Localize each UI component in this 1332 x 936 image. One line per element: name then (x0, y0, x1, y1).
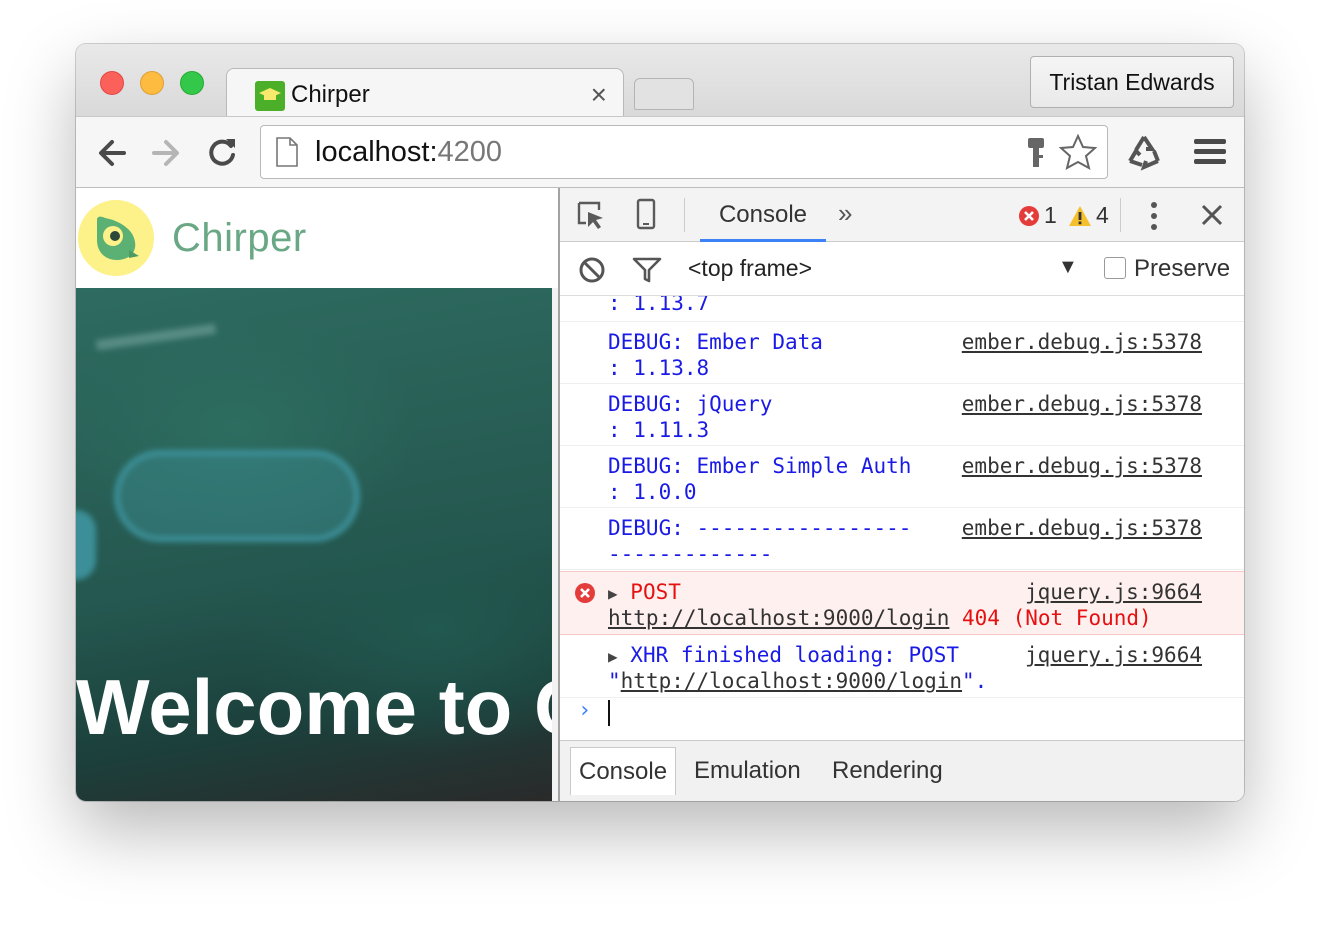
hero-title: Welcome to C (76, 663, 558, 751)
recycle-extension-icon[interactable] (1124, 133, 1164, 171)
console-error-message[interactable]: ▶ POST http://localhost:9000/login 404 (… (560, 571, 1244, 635)
page-viewport: Chirper Welcome to C (76, 188, 558, 801)
profile-button[interactable]: Tristan Edwards (1030, 56, 1234, 108)
tab-chirper[interactable]: Chirper × (226, 68, 624, 118)
expand-triangle-icon[interactable]: ▶ (608, 647, 618, 666)
error-count[interactable]: 1 (1018, 202, 1057, 229)
expand-triangle-icon[interactable]: ▶ (608, 584, 618, 603)
forward-arrow-icon[interactable] (148, 135, 184, 171)
error-url-link[interactable]: http://localhost:9000/login (608, 606, 949, 630)
hero-banner: Welcome to C (76, 288, 558, 801)
console-message: DEBUG: Ember Simple Auth : 1.0.0 ember.d… (560, 447, 1244, 508)
chirper-bird-logo-icon[interactable] (78, 200, 154, 276)
drawer-tab-rendering[interactable]: Rendering (824, 747, 951, 795)
frame-dropdown-icon[interactable]: ▼ (1058, 256, 1078, 279)
reload-icon[interactable] (204, 135, 240, 171)
console-input[interactable] (608, 700, 610, 726)
source-link[interactable]: ember.debug.js:5378 (962, 329, 1202, 355)
back-arrow-icon[interactable] (94, 135, 130, 171)
url-text: localhost:4200 (315, 136, 503, 168)
console-message: DEBUG: ----------------- ------------- e… (560, 509, 1244, 570)
drawer-tab-emulation[interactable]: Emulation (686, 747, 809, 795)
warning-icon (1069, 205, 1091, 226)
drawer-tab-console[interactable]: Console (570, 747, 677, 795)
browser-toolbar: localhost:4200 (76, 116, 1244, 188)
source-link[interactable]: ember.debug.js:5378 (962, 391, 1202, 417)
page-icon (276, 137, 298, 167)
clear-console-icon[interactable] (578, 256, 606, 284)
menu-icon[interactable] (1194, 137, 1226, 167)
console-message[interactable]: ▶ XHR finished loading: POST "http://loc… (560, 636, 1244, 698)
hero-decoration (114, 450, 360, 542)
source-link[interactable]: jquery.js:9664 (1025, 579, 1202, 605)
console-message: DEBUG: jQuery : 1.11.3 ember.debug.js:53… (560, 385, 1244, 446)
devtools-drawer: Console Emulation Rendering (560, 740, 1244, 801)
tab-title: Chirper (291, 81, 370, 108)
console-message: : 1.13.7 (560, 296, 1244, 322)
toolbar-separator (684, 198, 685, 232)
minimize-window-button[interactable] (140, 71, 164, 95)
site-header: Chirper (76, 188, 558, 288)
preserve-log-label: Preserve (1134, 255, 1231, 282)
device-mode-icon[interactable] (636, 198, 656, 230)
console-filter-bar: <top frame> ▼ Preserve (560, 242, 1244, 296)
source-link[interactable]: ember.debug.js:5378 (962, 453, 1202, 479)
xhr-url-link[interactable]: http://localhost:9000/login (621, 669, 962, 693)
warning-count[interactable]: 4 (1068, 202, 1109, 229)
key-icon[interactable] (1025, 137, 1047, 169)
brand-name[interactable]: Chirper (172, 216, 307, 261)
error-icon (1019, 205, 1039, 226)
close-devtools-icon[interactable] (1200, 203, 1224, 227)
preserve-log-checkbox[interactable] (1104, 257, 1126, 279)
inspect-element-icon[interactable] (576, 200, 606, 230)
close-tab-icon[interactable]: × (591, 79, 607, 111)
frame-selector[interactable]: <top frame> (688, 255, 812, 282)
devtools-toolbar: Console » 1 4 (560, 188, 1244, 242)
browser-window: Chirper × Tristan Edwards localhost:4200 (76, 44, 1244, 801)
bookmark-star-icon[interactable] (1059, 134, 1097, 170)
zoom-window-button[interactable] (180, 71, 204, 95)
more-tabs-icon[interactable]: » (838, 198, 852, 229)
source-link[interactable]: ember.debug.js:5378 (962, 515, 1202, 541)
toolbar-separator (1120, 198, 1121, 232)
filter-icon[interactable] (632, 257, 662, 283)
error-icon (575, 583, 595, 603)
close-window-button[interactable] (100, 71, 124, 95)
title-bar: Chirper × Tristan Edwards (76, 44, 1244, 118)
source-link[interactable]: jquery.js:9664 (1025, 642, 1202, 668)
hero-decoration (95, 323, 217, 351)
address-bar[interactable]: localhost:4200 (260, 125, 1108, 179)
console-message: DEBUG: Ember Data : 1.13.8 ember.debug.j… (560, 323, 1244, 384)
new-tab-button[interactable] (634, 78, 694, 110)
console-prompt-icon: › (578, 698, 592, 723)
kebab-menu-icon[interactable] (1150, 200, 1158, 232)
graduation-cap-icon (255, 81, 285, 111)
console-output: : 1.13.7 DEBUG: Ember Data : 1.13.8 embe… (560, 296, 1244, 740)
tab-console[interactable]: Console (700, 188, 826, 242)
hero-decoration (76, 510, 96, 580)
devtools-panel: Console » 1 4 <top frame> ▼ Preserve: 1… (558, 188, 1244, 801)
